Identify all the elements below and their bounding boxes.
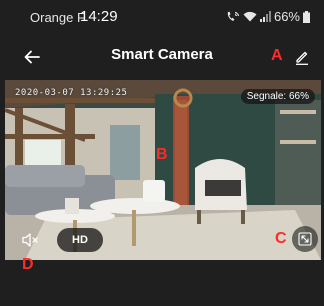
annotation-marker-d: D — [22, 256, 34, 273]
fullscreen-icon — [298, 232, 312, 246]
wifi-calling-icon — [226, 11, 240, 23]
status-icons: 66% — [226, 9, 310, 24]
camera-video-feed[interactable]: 2020-03-07 13:29:25 Segnale: 66% B HD C — [5, 80, 321, 260]
annotation-marker-a: A — [271, 47, 283, 64]
mute-button[interactable] — [17, 228, 43, 252]
battery-icon — [303, 10, 310, 23]
annotation-marker-b: B — [156, 146, 168, 163]
hd-quality-button[interactable]: HD — [57, 228, 103, 252]
speaker-muted-icon — [22, 233, 38, 247]
wifi-icon — [243, 11, 257, 22]
signal-strength-badge: Segnale: 66% — [240, 89, 315, 104]
fullscreen-button[interactable] — [292, 226, 318, 252]
video-timestamp: 2020-03-07 13:29:25 — [15, 88, 128, 98]
status-bar: Orange F 14:29 66% — [0, 0, 324, 34]
annotation-marker-c: C — [275, 230, 287, 247]
camera-scene-image — [5, 80, 321, 260]
signal-icon — [259, 11, 271, 22]
battery-percent: 66% — [273, 9, 300, 24]
status-clock: 14:29 — [80, 8, 118, 25]
bottom-area: D — [0, 256, 324, 306]
pencil-icon — [296, 51, 308, 65]
carrier-name: Orange F — [30, 10, 85, 25]
app-header: Smart Camera A — [0, 34, 324, 80]
edit-button[interactable] — [288, 43, 316, 71]
